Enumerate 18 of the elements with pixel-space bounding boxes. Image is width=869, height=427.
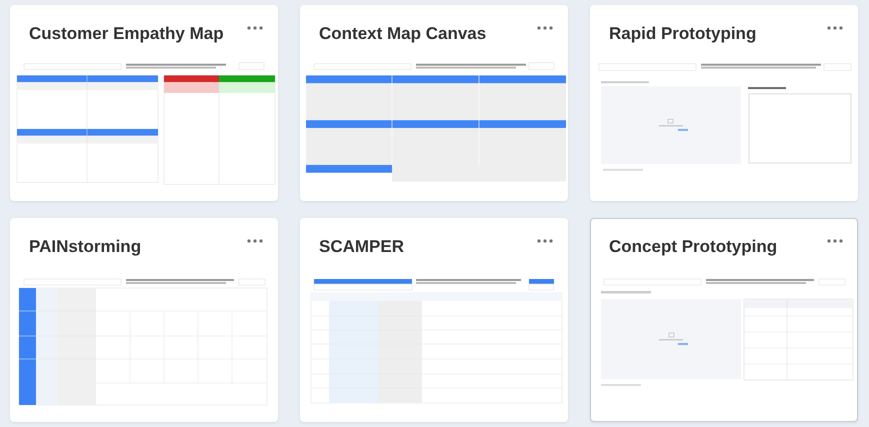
more-options-icon[interactable] (537, 239, 553, 243)
card-title: Context Map Canvas (319, 24, 486, 44)
more-options-icon[interactable] (247, 239, 263, 243)
more-options-icon[interactable] (537, 26, 553, 30)
card-title: Customer Empathy Map (29, 24, 224, 44)
template-card[interactable]: SCAMPER (300, 218, 568, 422)
template-card[interactable]: Customer Empathy Map (10, 5, 278, 201)
card-title: PAINstorming (29, 237, 142, 257)
card-title: Rapid Prototyping (609, 24, 756, 44)
template-card[interactable]: Context Map Canvas (300, 5, 568, 201)
card-title: Concept Prototyping (609, 237, 778, 257)
more-options-icon[interactable] (827, 239, 843, 243)
template-card[interactable]: Concept Prototyping (590, 218, 858, 422)
template-card[interactable]: Rapid Prototyping (590, 5, 858, 201)
more-options-icon[interactable] (827, 26, 843, 30)
card-title: SCAMPER (319, 237, 404, 257)
template-card[interactable]: PAINstorming (10, 218, 278, 422)
more-options-icon[interactable] (247, 26, 263, 30)
